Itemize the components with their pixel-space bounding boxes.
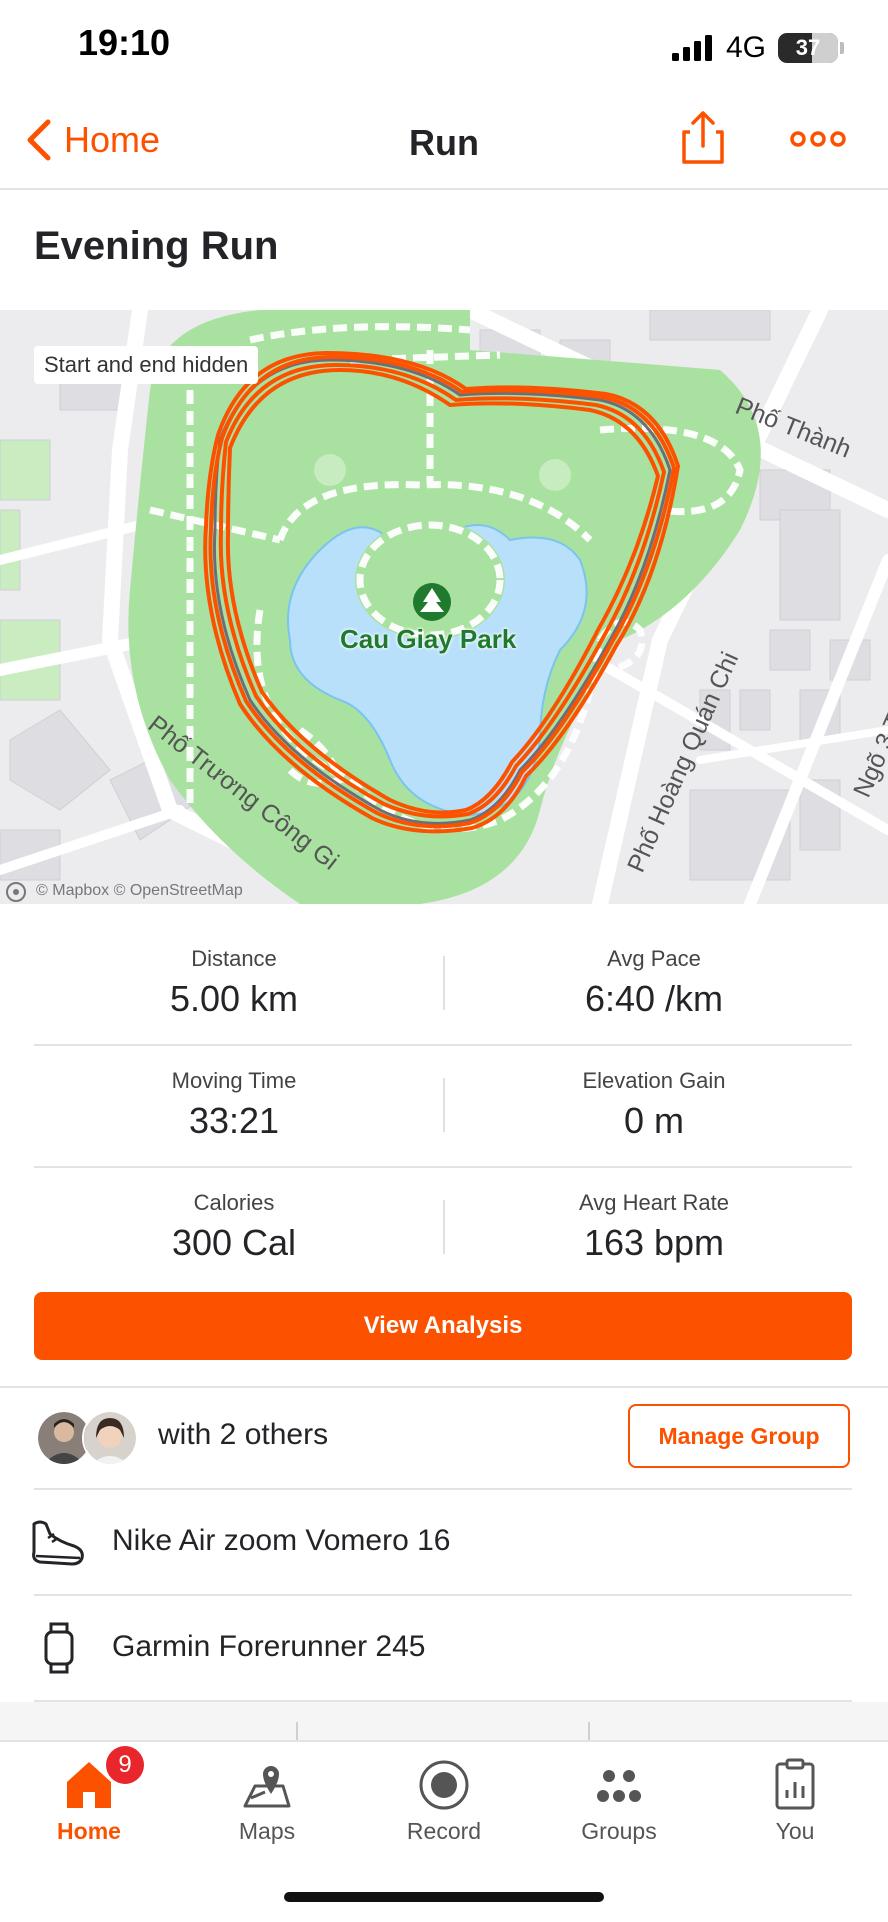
groups-icon [597, 1770, 641, 1802]
network-type: 4G [725, 31, 766, 64]
manage-group-button[interactable]: Manage Group [628, 1404, 850, 1468]
signal-icon [671, 35, 712, 61]
tab-record[interactable]: Record [379, 1758, 509, 1845]
tab-label: You [775, 1818, 815, 1844]
group-row: with 2 others Manage Group [0, 1386, 888, 1488]
stat-value: 300 Cal [171, 1222, 297, 1263]
battery-level: 37 [795, 35, 821, 60]
status-icons: 4G 37 [671, 28, 844, 68]
avatar[interactable] [82, 1410, 138, 1466]
nav-bar: Home Run [0, 98, 888, 190]
stat-value: 163 bpm [583, 1222, 725, 1263]
stat-moving-time: Moving Time 33:21 [24, 1068, 444, 1142]
stat-label: Distance [191, 946, 277, 971]
stat-value: 6:40 /km [584, 978, 724, 1019]
battery-icon: 37 [778, 33, 838, 63]
back-button[interactable]: Home [26, 118, 160, 162]
next-section-peek [0, 1702, 888, 1740]
stat-label: Elevation Gain [582, 1068, 726, 1093]
stat-distance: Distance 5.00 km [24, 946, 444, 1020]
shoe-icon [32, 1520, 84, 1566]
stat-elevation-gain: Elevation Gain 0 m [444, 1068, 864, 1142]
poi-label: Cau Giay Park [340, 624, 517, 654]
gear-shoes-row[interactable]: Nike Air zoom Vomero 16 [0, 1490, 888, 1594]
stat-label: Avg Heart Rate [578, 1190, 729, 1215]
stat-avg-heart-rate: Avg Heart Rate 163 bpm [444, 1190, 864, 1264]
stat-label: Avg Pace [607, 946, 701, 971]
tab-label: Groups [581, 1818, 657, 1844]
stat-avg-pace: Avg Pace 6:40 /km [444, 946, 864, 1020]
divider [34, 1044, 852, 1046]
tab-maps[interactable]: Maps [202, 1758, 332, 1845]
more-options-icon[interactable] [790, 126, 846, 152]
you-icon [775, 1758, 815, 1810]
gear-device-row[interactable]: Garmin Forerunner 245 [0, 1596, 888, 1700]
stat-label: Calories [193, 1190, 275, 1215]
map-attribution[interactable]: © Mapbox © OpenStreetMap [36, 882, 243, 900]
activity-title: Evening Run [34, 224, 279, 268]
divider [34, 1166, 852, 1168]
back-label: Home [64, 119, 161, 160]
status-time: 19:10 [78, 22, 171, 63]
stat-label: Moving Time [171, 1068, 297, 1093]
notification-badge: 9 [106, 1746, 144, 1784]
watch-icon [44, 1622, 74, 1674]
gear-shoes-label: Nike Air zoom Vomero 16 [112, 1524, 451, 1557]
home-indicator[interactable] [284, 1892, 604, 1902]
stat-calories: Calories 300 Cal [24, 1190, 444, 1264]
tab-you[interactable]: You [730, 1758, 860, 1845]
record-icon [419, 1760, 469, 1810]
route-map[interactable]: Cau Giay Park Phố Thành Phố Trương Công … [0, 310, 888, 904]
tab-label: Record [406, 1818, 482, 1844]
share-icon[interactable] [680, 110, 726, 166]
tab-label: Maps [238, 1818, 296, 1844]
maps-icon [243, 1766, 291, 1808]
group-text: with 2 others [158, 1418, 329, 1451]
chevron-left-icon [27, 119, 51, 161]
tab-label: Home [57, 1818, 121, 1844]
tab-groups[interactable]: Groups [554, 1758, 684, 1845]
privacy-badge: Start and end hidden [34, 346, 259, 384]
view-analysis-button[interactable]: View Analysis [34, 1292, 852, 1360]
gear-device-label: Garmin Forerunner 245 [112, 1630, 426, 1663]
stat-value: 33:21 [188, 1100, 280, 1141]
stat-value: 5.00 km [169, 978, 299, 1019]
stat-value: 0 m [623, 1100, 684, 1141]
